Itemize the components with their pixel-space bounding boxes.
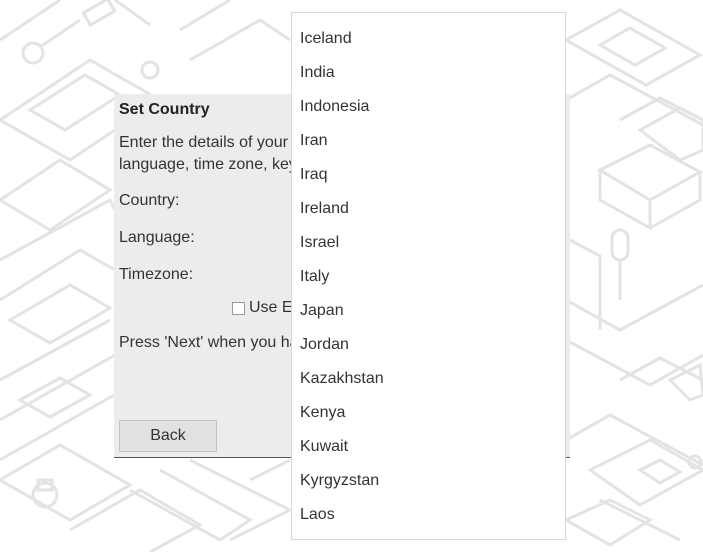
use-english-label: Use E [249, 299, 293, 316]
country-option[interactable]: Kenya [300, 396, 558, 430]
country-option[interactable]: Kyrgyzstan [300, 464, 558, 498]
country-option[interactable]: Laos [300, 498, 558, 532]
country-option[interactable]: Italy [300, 260, 558, 294]
country-option[interactable]: India [300, 56, 558, 90]
country-option[interactable]: Ireland [300, 192, 558, 226]
use-english-option[interactable]: Use E [232, 299, 293, 317]
country-option[interactable]: Indonesia [300, 90, 558, 124]
country-option[interactable]: Jordan [300, 328, 558, 362]
country-option[interactable]: Iraq [300, 158, 558, 192]
country-option[interactable]: Israel [300, 226, 558, 260]
back-button[interactable]: Back [119, 420, 217, 452]
country-option[interactable]: Kazakhstan [300, 362, 558, 396]
country-label: Country: [119, 192, 180, 209]
press-next-hint: Press 'Next' when you ha [119, 334, 299, 351]
country-option[interactable]: Kuwait [300, 430, 558, 464]
language-label: Language: [119, 229, 195, 246]
country-option[interactable]: Japan [300, 294, 558, 328]
country-option[interactable]: Iran [300, 124, 558, 158]
dialog-title: Set Country [119, 101, 210, 118]
timezone-label: Timezone: [119, 266, 194, 283]
use-english-checkbox[interactable] [232, 301, 245, 315]
country-dropdown-list[interactable]: Iceland India Indonesia Iran Iraq Irelan… [291, 12, 566, 540]
country-option[interactable]: Iceland [300, 22, 558, 56]
